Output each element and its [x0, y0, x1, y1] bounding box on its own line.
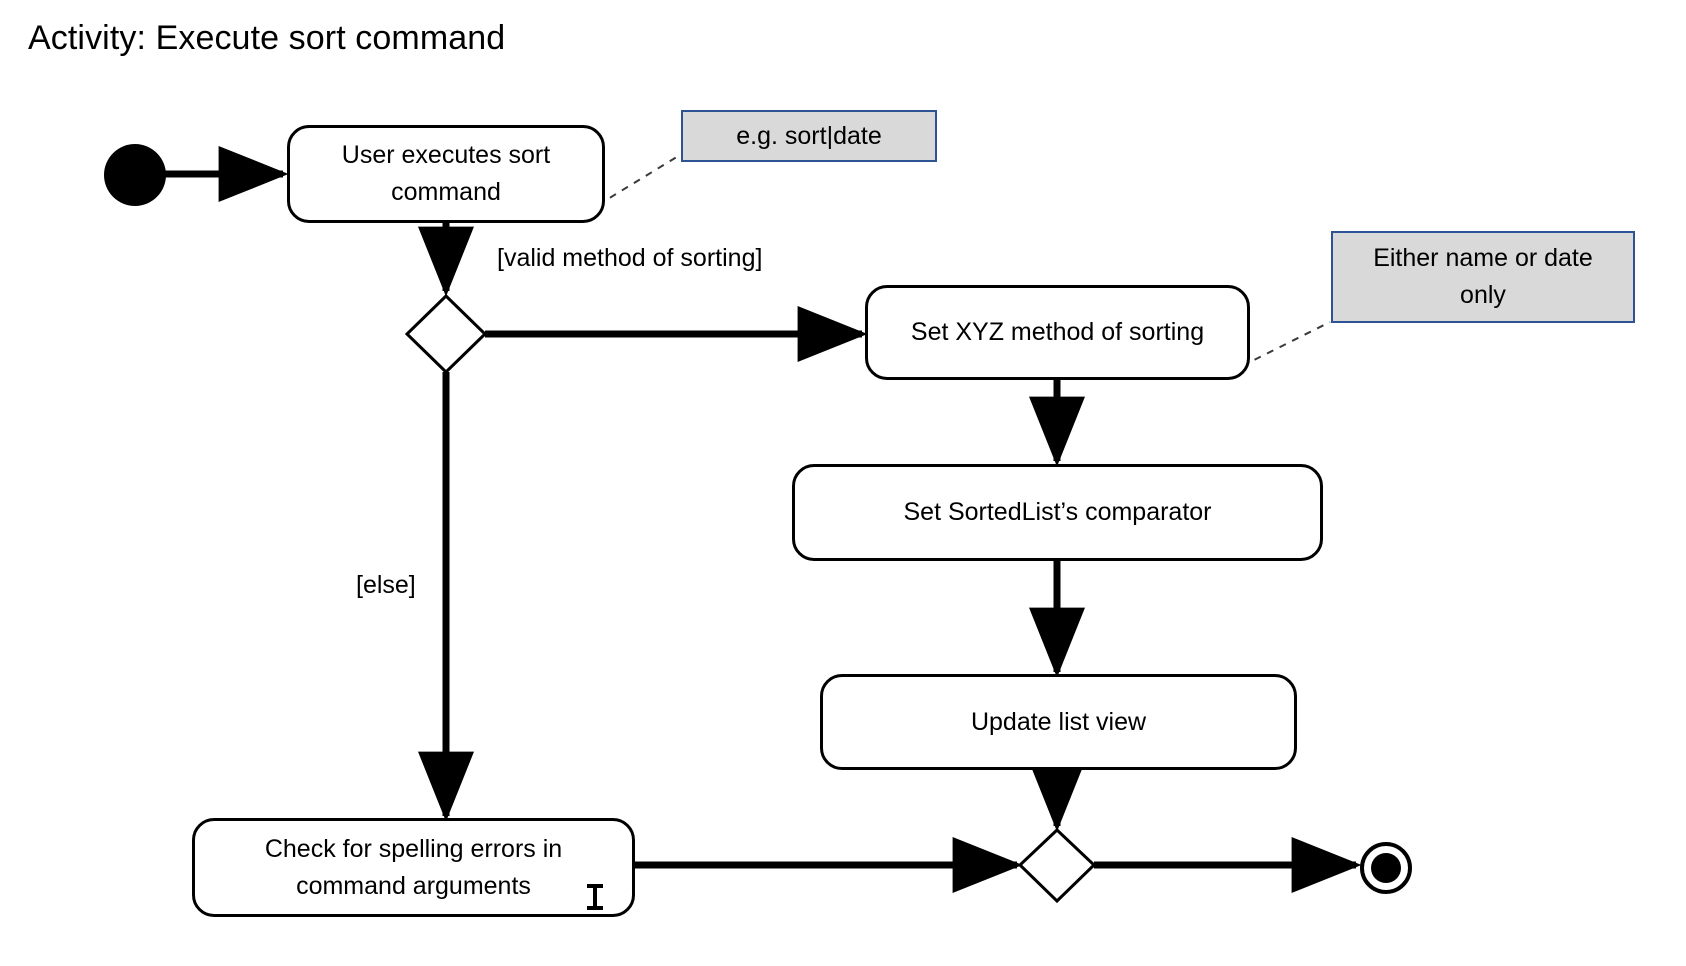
note-name-or-date-only: Either name or date only	[1331, 231, 1635, 323]
note-anchor-name-or-date	[1241, 321, 1331, 367]
note-label: Either name or date only	[1373, 244, 1593, 309]
action-set-sortedlist-comparator[interactable]: Set SortedList’s comparator	[792, 464, 1323, 561]
activity-diagram-canvas: Activity: Execute sort command User exec…	[0, 0, 1686, 966]
action-update-list-view[interactable]: Update list view	[820, 674, 1297, 770]
action-user-executes-sort-command[interactable]: User executes sort command	[287, 125, 605, 223]
action-label: Set XYZ method of sorting	[910, 318, 1205, 346]
page-title: Activity: Execute sort command	[28, 19, 506, 57]
final-node	[1360, 842, 1412, 894]
decision-node-valid	[404, 293, 488, 375]
note-anchor-sort-date	[597, 154, 681, 206]
guard-else: [else]	[356, 571, 416, 599]
note-label: e.g. sort|date	[736, 121, 882, 150]
action-check-spelling-errors[interactable]: Check for spelling errors in command arg…	[192, 818, 635, 917]
merge-node	[1017, 827, 1097, 904]
action-label: Update list view	[970, 707, 1147, 736]
text-cursor-icon	[587, 884, 603, 910]
action-label: Check for spelling errors in command arg…	[264, 834, 563, 900]
action-label: User executes sort command	[341, 141, 551, 206]
note-sort-date-example: e.g. sort|date	[681, 110, 937, 162]
guard-valid-method-of-sorting: [valid method of sorting]	[497, 244, 763, 272]
action-label: Set SortedList’s comparator	[903, 498, 1212, 526]
action-set-xyz-method-of-sorting[interactable]: Set XYZ method of sorting	[865, 285, 1250, 380]
initial-node	[104, 144, 166, 206]
final-node-core	[1371, 853, 1401, 883]
